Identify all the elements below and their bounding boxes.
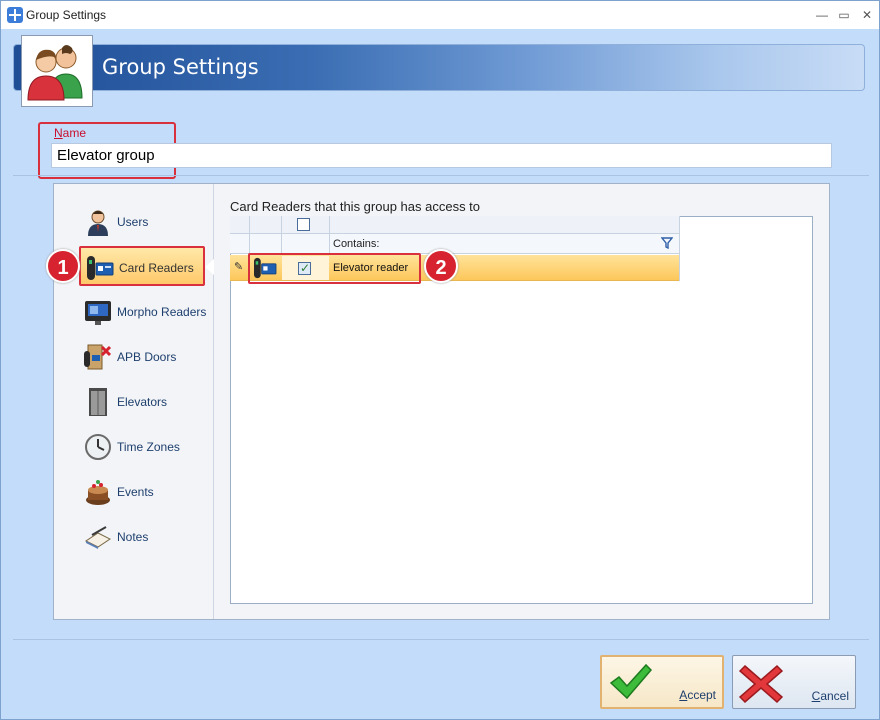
accept-label: Accept — [679, 688, 716, 702]
group-users-icon — [21, 35, 93, 107]
nav-item-users[interactable]: Users — [79, 202, 205, 242]
close-button[interactable]: ✕ — [858, 6, 876, 24]
nav-item-label: Notes — [117, 530, 149, 544]
maximize-button[interactable]: ▭ — [835, 6, 853, 24]
group-settings-window: Group Settings — ▭ ✕ Group Settings Name… — [0, 0, 880, 720]
elevator-icon — [89, 388, 107, 416]
cancel-label: Cancel — [811, 689, 849, 703]
nav-item-card-readers[interactable]: Card Readers — [79, 246, 205, 286]
users-icon — [88, 210, 108, 236]
edit-pencil-icon: ✎ — [234, 261, 244, 273]
accept-button[interactable]: Accept — [600, 655, 724, 709]
grid-caption: Card Readers that this group has access … — [230, 199, 481, 214]
nav-item-morpho-readers[interactable]: Morpho Readers — [79, 292, 207, 332]
separator-top — [13, 175, 869, 176]
nav-item-label: Users — [117, 215, 149, 229]
callout-badge-1: 1 — [46, 249, 80, 283]
apb-door-icon — [84, 344, 112, 370]
grid-filter-row — [230, 234, 679, 254]
nav-item-label: Events — [117, 485, 154, 499]
clock-icon — [85, 434, 111, 460]
morpho-reader-icon — [85, 301, 111, 325]
nav-item-label: Time Zones — [117, 440, 180, 454]
nav-item-label: APB Doors — [117, 350, 177, 364]
callout-badge-2: 2 — [424, 249, 458, 283]
notes-icon — [85, 526, 111, 549]
window-title: Group Settings — [26, 8, 107, 22]
cancel-button[interactable]: Cancel — [732, 655, 856, 709]
minimize-button[interactable]: — — [813, 6, 831, 24]
nav-item-elevators[interactable]: Elevators — [79, 382, 205, 422]
header-title: Group Settings — [102, 55, 259, 79]
active-item-pointer — [205, 259, 214, 275]
events-icon — [86, 480, 110, 505]
cross-icon — [739, 664, 783, 704]
filter-icon[interactable] — [661, 237, 673, 249]
checkmark-icon — [609, 663, 652, 700]
nav-item-label: Morpho Readers — [117, 305, 207, 319]
grid-col-divider — [679, 216, 680, 281]
nav-item-label: Elevators — [117, 395, 168, 409]
row-highlight-box — [248, 253, 421, 284]
select-all-checkbox[interactable] — [297, 218, 310, 231]
nav-item-time-zones[interactable]: Time Zones — [79, 427, 205, 467]
nav-item-events[interactable]: Events — [79, 472, 205, 512]
separator-bottom — [13, 639, 869, 640]
name-input[interactable] — [51, 143, 832, 168]
title-bar: Group Settings — ▭ ✕ — [1, 1, 879, 29]
filter-contains-label: Contains: — [333, 238, 380, 250]
nav-item-notes[interactable]: Notes — [79, 517, 205, 557]
app-grid-icon — [7, 7, 23, 23]
nav-item-label: Card Readers — [119, 261, 194, 275]
name-label: Name — [54, 126, 87, 140]
card-reader-icon — [87, 256, 114, 280]
nav-item-apb-doors[interactable]: APB Doors — [79, 337, 205, 377]
